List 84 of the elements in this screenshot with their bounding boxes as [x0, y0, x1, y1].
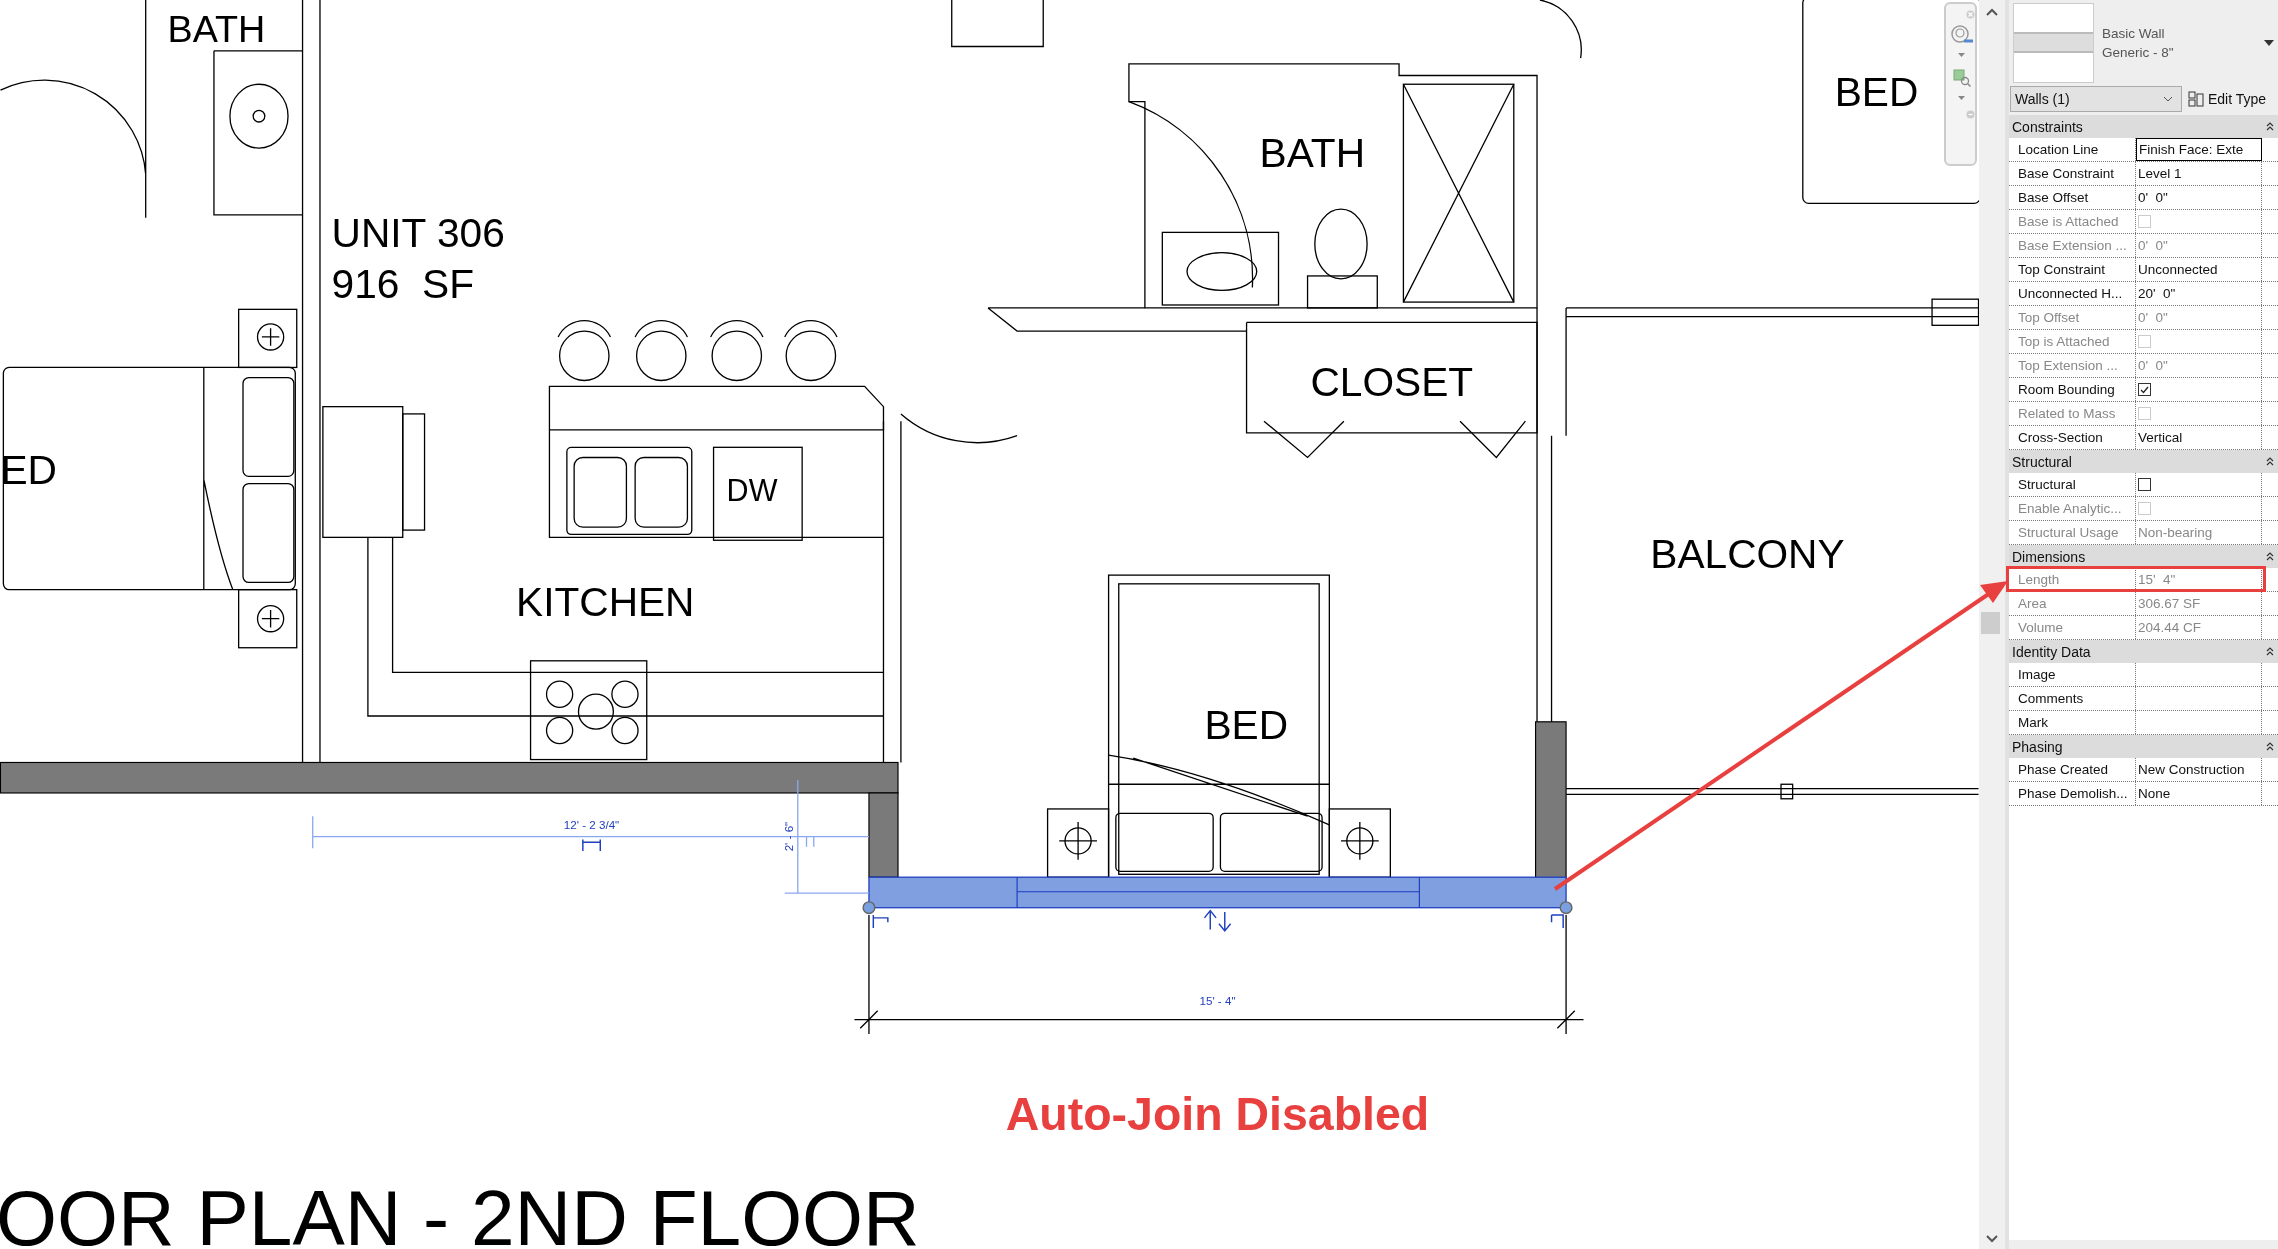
- property-value: Non-bearing: [2138, 525, 2213, 540]
- collapse-icon[interactable]: [2266, 456, 2274, 467]
- property-label: Cross-Section: [2009, 426, 2136, 449]
- property-label: Top Offset: [2009, 306, 2136, 329]
- property-value[interactable]: New Construction: [2138, 762, 2245, 777]
- room-label: BALCONY: [1650, 530, 1845, 577]
- property-label: Volume: [2009, 616, 2136, 639]
- property-label: Base Constraint: [2009, 162, 2136, 185]
- dimension-text: 2' - 6": [782, 821, 796, 852]
- property-value[interactable]: 20' 0": [2138, 286, 2176, 301]
- property-label: Structural: [2009, 473, 2136, 496]
- property-label: Base is Attached: [2009, 210, 2136, 233]
- property-label: Phase Demolish...: [2009, 782, 2136, 805]
- sheet-title: OOR PLAN - 2ND FLOOR: [0, 1173, 920, 1249]
- dimension-text: 15' - 4": [1199, 994, 1236, 1007]
- scrollbar-thumb[interactable]: [1981, 612, 2000, 634]
- scroll-up-icon[interactable]: [1986, 8, 1998, 16]
- property-value: 15' 4": [2138, 572, 2176, 587]
- room-label: ED: [0, 446, 57, 493]
- group-header: Constraints: [2012, 118, 2083, 135]
- property-label: Phase Created: [2009, 758, 2136, 781]
- property-value[interactable]: None: [2138, 786, 2171, 801]
- steering-wheel-icon[interactable]: [1950, 24, 1974, 46]
- group-header: Phasing: [2012, 738, 2063, 755]
- property-label: Unconnected H...: [2009, 282, 2136, 305]
- property-label: Base Offset: [2009, 186, 2136, 209]
- room-label: BED: [1204, 702, 1289, 749]
- scroll-down-icon[interactable]: [1986, 1235, 1998, 1243]
- chevron-icon[interactable]: [2163, 96, 2173, 102]
- property-label: Structural Usage: [2009, 521, 2136, 544]
- lock-icon[interactable]: [582, 838, 601, 852]
- type-preview-icon: [2013, 2, 2094, 83]
- property-value[interactable]: Unconnected: [2138, 262, 2218, 277]
- collapse-icon[interactable]: [2266, 551, 2274, 562]
- property-value[interactable]: Vertical: [2138, 430, 2183, 445]
- collapse-icon[interactable]: [2266, 646, 2274, 657]
- room-label: UNIT 306: [331, 209, 505, 256]
- property-label: Related to Mass: [2009, 402, 2136, 425]
- property-label: Comments: [2009, 687, 2136, 710]
- property-value[interactable]: Level 1: [2138, 166, 2182, 181]
- property-value: 204.44 CF: [2138, 620, 2202, 635]
- property-label: Room Bounding: [2009, 378, 2136, 401]
- property-label: Mark: [2009, 711, 2136, 734]
- room-label: KITCHEN: [516, 578, 695, 625]
- dimension-text: 12' - 2 3/4": [563, 818, 620, 832]
- checkbox[interactable]: [2138, 478, 2151, 491]
- property-value: 306.67 SF: [2138, 596, 2201, 611]
- type-name: Basic Wall: [2102, 25, 2166, 41]
- property-label: Image: [2009, 663, 2136, 686]
- room-label: DW: [726, 473, 778, 508]
- property-value: 0' 0": [2138, 358, 2168, 373]
- property-label: Area: [2009, 592, 2136, 615]
- wall-end-icon[interactable]: [1550, 914, 1564, 929]
- annotation-note: Auto-Join Disabled: [1005, 1087, 1430, 1140]
- property-value: 0' 0": [2138, 310, 2168, 325]
- room-label: BED: [1834, 69, 1919, 115]
- edit-type-icon: [2188, 91, 2204, 107]
- category-dropdown[interactable]: Walls (1): [2010, 86, 2182, 112]
- checkbox[interactable]: [2138, 383, 2151, 396]
- property-label: Enable Analytic...: [2009, 497, 2136, 520]
- group-header: Structural: [2012, 453, 2072, 470]
- property-label: Length: [2009, 568, 2136, 591]
- room-label: 916 SF: [331, 260, 474, 307]
- collapse-icon[interactable]: [2266, 741, 2274, 752]
- zoom-icon[interactable]: [1953, 69, 1971, 87]
- flip-arrows-icon[interactable]: [1203, 909, 1232, 933]
- group-header: Identity Data: [2012, 643, 2091, 660]
- group-header: Dimensions: [2012, 548, 2086, 565]
- room-label: BATH: [1259, 130, 1366, 176]
- selected-wall[interactable]: [862, 876, 1573, 915]
- property-label: Top Extension ...: [2009, 354, 2136, 377]
- edit-type-button[interactable]: Edit Type: [2188, 91, 2267, 107]
- property-label: Top is Attached: [2009, 330, 2136, 353]
- property-label: Location Line: [2009, 138, 2136, 161]
- collapse-icon[interactable]: [2266, 121, 2274, 132]
- caret-icon[interactable]: [2264, 40, 2274, 46]
- type-detail: Generic - 8": [2102, 44, 2175, 60]
- property-label: Top Constraint: [2009, 258, 2136, 281]
- room-label: CLOSET: [1310, 359, 1474, 406]
- room-label: BATH: [167, 8, 266, 51]
- property-label: Base Extension ...: [2009, 234, 2136, 257]
- wall-end-icon[interactable]: [872, 914, 889, 929]
- property-value: 0' 0": [2138, 238, 2168, 253]
- property-value[interactable]: 0' 0": [2138, 190, 2168, 205]
